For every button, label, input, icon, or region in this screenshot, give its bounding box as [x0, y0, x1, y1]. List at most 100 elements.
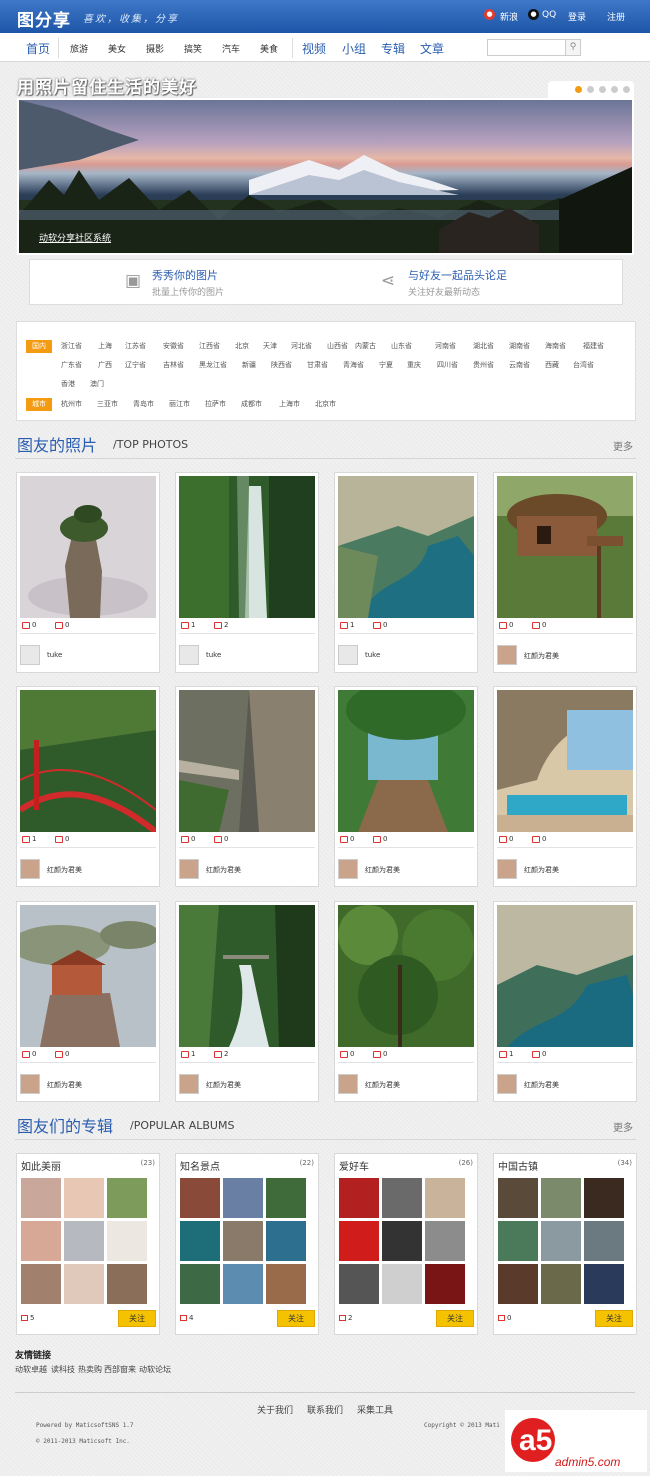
user-avatar[interactable] [338, 859, 358, 879]
province-link[interactable]: 海南省 [545, 341, 566, 351]
friend-link[interactable]: 读科技 [51, 1364, 75, 1375]
province-link[interactable]: 河南省 [435, 341, 456, 351]
nav-groups[interactable]: 小组 [342, 40, 366, 57]
province-link[interactable]: 香港 [61, 379, 75, 389]
photo-image[interactable] [179, 476, 315, 618]
user-name[interactable]: 红颜为君美 [524, 1080, 559, 1090]
album-thumbnail[interactable] [339, 1264, 379, 1304]
nav-photography[interactable]: 摄影 [146, 42, 164, 55]
photo-card[interactable]: 0 0 tuke [16, 472, 160, 673]
comment-count[interactable]: 0 [532, 835, 546, 843]
province-link[interactable]: 辽宁省 [125, 360, 146, 370]
site-logo[interactable]: 图分享 [17, 6, 71, 31]
province-link[interactable]: 内蒙古 [355, 341, 376, 351]
city-link[interactable]: 成都市 [241, 399, 262, 409]
login-link[interactable]: 登录 [568, 10, 586, 23]
album-thumbnail[interactable] [180, 1178, 220, 1218]
user-avatar[interactable] [338, 645, 358, 665]
album-title[interactable]: 如此美丽 [21, 1158, 61, 1173]
photos-more-link[interactable]: 更多 [613, 438, 633, 453]
slide-dot-active[interactable] [575, 86, 582, 93]
album-likes[interactable]: 4 [180, 1314, 193, 1322]
photo-image[interactable] [497, 690, 633, 832]
like-count[interactable]: 0 [22, 1050, 36, 1058]
nav-cars[interactable]: 汽车 [222, 42, 240, 55]
upload-action-title[interactable]: 秀秀你的图片 [152, 267, 218, 283]
photo-card[interactable]: 0 0 红颜为君美 [175, 686, 319, 887]
province-link[interactable]: 广西 [98, 360, 112, 370]
album-thumbnail[interactable] [498, 1221, 538, 1261]
slide-dot[interactable] [611, 86, 618, 93]
province-link[interactable]: 甘肃省 [307, 360, 328, 370]
like-count[interactable]: 0 [499, 621, 513, 629]
nav-video[interactable]: 视频 [302, 40, 326, 57]
nav-food[interactable]: 美食 [260, 42, 278, 55]
sina-login-link[interactable]: 新浪 [500, 10, 518, 23]
album-thumbnail[interactable] [223, 1221, 263, 1261]
album-thumbnail[interactable] [180, 1264, 220, 1304]
album-thumbnail[interactable] [339, 1221, 379, 1261]
user-avatar[interactable] [20, 859, 40, 879]
album-thumbnail[interactable] [584, 1264, 624, 1304]
nav-travel[interactable]: 旅游 [70, 42, 88, 55]
photo-image[interactable] [497, 476, 633, 618]
province-link[interactable]: 台湾省 [573, 360, 594, 370]
album-thumbnail[interactable] [498, 1264, 538, 1304]
album-thumbnail[interactable] [541, 1264, 581, 1304]
banner-caption[interactable]: 动软分享社区系统 [39, 231, 111, 244]
like-count[interactable]: 0 [340, 835, 354, 843]
like-count[interactable]: 1 [181, 621, 195, 629]
province-link[interactable]: 重庆 [407, 360, 421, 370]
photo-image[interactable] [338, 476, 474, 618]
like-count[interactable]: 1 [22, 835, 36, 843]
province-link[interactable]: 陕西省 [271, 360, 292, 370]
album-card[interactable]: 爱好车 (26) 2 关注 [334, 1153, 478, 1335]
province-link[interactable]: 宁夏 [379, 360, 393, 370]
city-link[interactable]: 拉萨市 [205, 399, 226, 409]
like-count[interactable]: 0 [340, 1050, 354, 1058]
album-thumbnail[interactable] [107, 1221, 147, 1261]
album-thumbnail[interactable] [180, 1221, 220, 1261]
photo-card[interactable]: 0 0 红颜为君美 [493, 686, 637, 887]
like-count[interactable]: 1 [499, 1050, 513, 1058]
follow-button[interactable]: 关注 [436, 1310, 474, 1327]
weibo-icon[interactable]: ● [484, 9, 495, 20]
user-name[interactable]: 红颜为君美 [47, 1080, 82, 1090]
province-link[interactable]: 河北省 [291, 341, 312, 351]
photo-card[interactable]: 0 0 红颜为君美 [334, 901, 478, 1102]
friends-action-title[interactable]: 与好友一起品头论足 [408, 267, 507, 283]
user-name[interactable]: 红颜为君美 [365, 1080, 400, 1090]
footer-about-link[interactable]: 关于我们 [257, 1403, 293, 1416]
album-title[interactable]: 爱好车 [339, 1158, 369, 1173]
album-card[interactable]: 中国古镇 (34) 0 关注 [493, 1153, 637, 1335]
album-thumbnail[interactable] [266, 1178, 306, 1218]
album-thumbnail[interactable] [223, 1178, 263, 1218]
album-likes[interactable]: 5 [21, 1314, 34, 1322]
photo-image[interactable] [20, 476, 156, 618]
nav-funny[interactable]: 搞笑 [184, 42, 202, 55]
comment-count[interactable]: 0 [373, 835, 387, 843]
user-avatar[interactable] [179, 859, 199, 879]
city-link[interactable]: 丽江市 [169, 399, 190, 409]
photo-image[interactable] [179, 690, 315, 832]
like-count[interactable]: 0 [22, 621, 36, 629]
friend-link[interactable]: 动软卓越 [15, 1364, 47, 1375]
city-link[interactable]: 杭州市 [61, 399, 82, 409]
album-thumbnail[interactable] [425, 1264, 465, 1304]
album-title[interactable]: 知名景点 [180, 1158, 220, 1173]
province-link[interactable]: 上海 [98, 341, 112, 351]
album-thumbnail[interactable] [425, 1221, 465, 1261]
photo-card[interactable]: 0 0 红颜为君美 [334, 686, 478, 887]
album-card[interactable]: 如此美丽 (23) 5 关注 [16, 1153, 160, 1335]
album-thumbnail[interactable] [541, 1178, 581, 1218]
follow-button[interactable]: 关注 [595, 1310, 633, 1327]
user-avatar[interactable] [497, 645, 517, 665]
footer-tools-link[interactable]: 采集工具 [357, 1403, 393, 1416]
user-name[interactable]: 红颜为君美 [524, 865, 559, 875]
album-thumbnail[interactable] [223, 1264, 263, 1304]
photo-card[interactable]: 1 2 红颜为君美 [175, 901, 319, 1102]
album-thumbnail[interactable] [498, 1178, 538, 1218]
user-avatar[interactable] [179, 645, 199, 665]
album-thumbnail[interactable] [584, 1221, 624, 1261]
province-link[interactable]: 安徽省 [163, 341, 184, 351]
